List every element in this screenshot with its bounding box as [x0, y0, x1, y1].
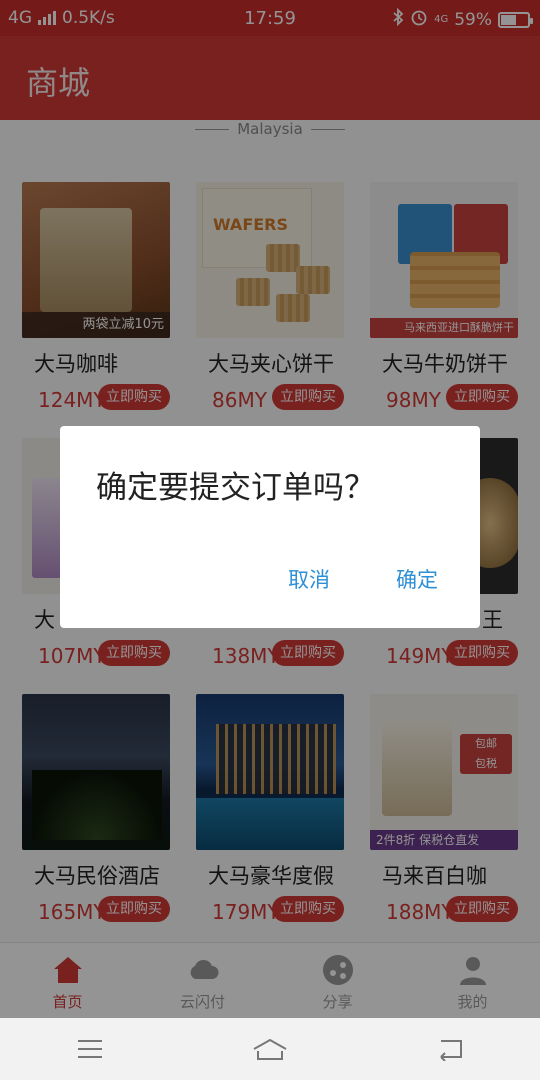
back-button[interactable]	[430, 1034, 470, 1064]
menu-button[interactable]	[70, 1034, 110, 1064]
system-nav-bar	[0, 1018, 540, 1080]
menu-icon	[78, 1040, 102, 1058]
home-outline-icon	[253, 1038, 287, 1060]
dialog-message: 确定要提交订单吗？	[96, 470, 375, 506]
home-button[interactable]	[250, 1034, 290, 1064]
cancel-button[interactable]: 取消	[288, 564, 330, 594]
back-icon	[440, 1040, 462, 1061]
confirm-dialog: 确定要提交订单吗？ 取消 确定	[60, 426, 480, 628]
confirm-button[interactable]: 确定	[396, 564, 438, 594]
